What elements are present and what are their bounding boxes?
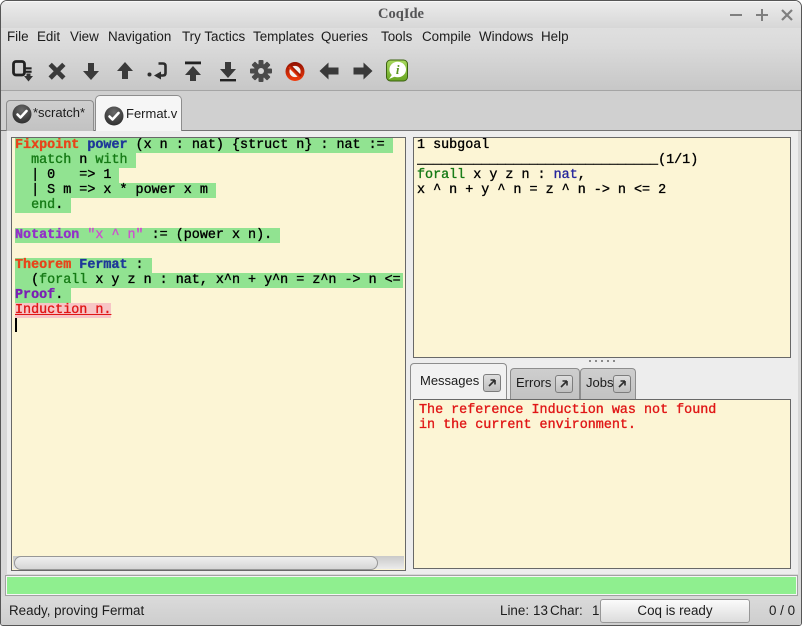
svg-text:i: i	[396, 62, 400, 77]
